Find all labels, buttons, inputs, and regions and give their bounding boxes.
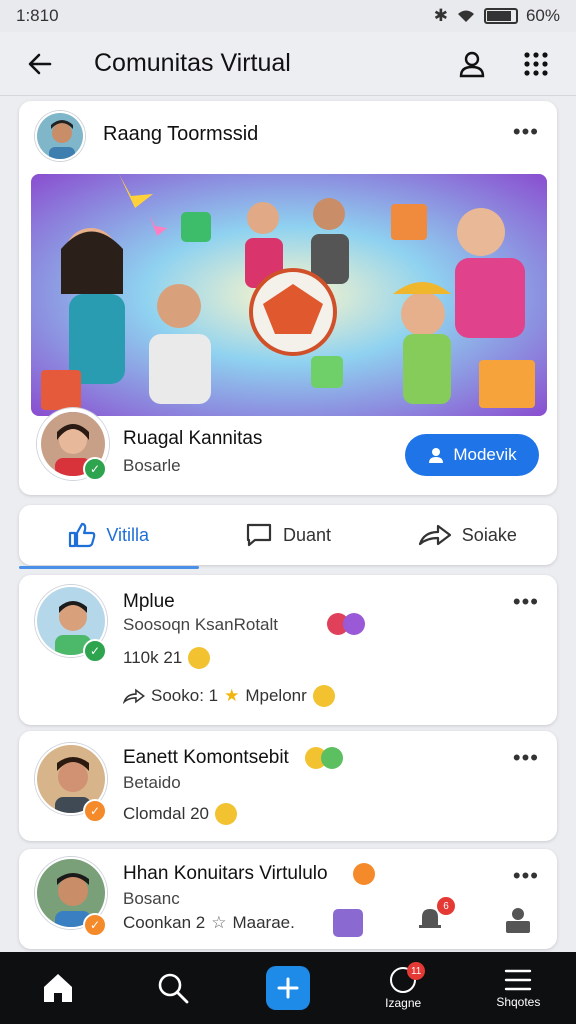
plus-icon (277, 977, 299, 999)
verified-badge: ✓ (83, 457, 107, 481)
footer-label: Maarae. (232, 913, 295, 932)
join-button-label: Modevik (453, 445, 517, 464)
nav-menu[interactable]: Shqotes (478, 967, 558, 1009)
list-item[interactable]: ✓ Eanett Komontsebit Betaido Clomdal 20 … (19, 731, 557, 841)
app-bar: Comunitas Virtual (0, 32, 576, 96)
list-item[interactable]: ✓ Hhan Konuitars Virtululo Bosanc Coonka… (19, 849, 557, 949)
join-community-button[interactable]: Modevik (405, 434, 539, 476)
member-subtitle: Betaido (123, 773, 181, 792)
arrow-left-icon (28, 53, 52, 74)
bluetooth-icon: ✱ (433, 6, 448, 25)
community-subtitle: Bosarle (123, 456, 181, 475)
battery-icon (483, 8, 518, 24)
member-footer: Sooko: 1 ★ Mpelonr (123, 685, 335, 707)
gift-icon[interactable] (333, 909, 363, 937)
status-icons: ✱ 60% (434, 6, 560, 26)
menu-icon (505, 969, 532, 991)
member-badge: ✓ (83, 639, 107, 663)
item-more-button[interactable]: ••• (513, 589, 539, 615)
search-icon (158, 973, 189, 1004)
status-time: 1:810 (16, 6, 59, 25)
nav-create[interactable] (248, 966, 328, 1010)
community-name[interactable]: Ruagal Kannitas (123, 428, 262, 450)
thumbs-up-icon (69, 522, 96, 548)
grid-dots-icon (524, 51, 548, 76)
member-subtitle: Soosoqn KsanRotalt (123, 615, 278, 634)
reaction-emoji (343, 613, 365, 635)
comment-label: Duant (282, 524, 332, 545)
status-bar: 1:810 ✱ 60% (0, 0, 576, 32)
emoji-icon (215, 803, 237, 825)
user-plus-icon (429, 448, 444, 463)
share-action[interactable]: Soiake (378, 522, 557, 548)
item-more-button[interactable]: ••• (513, 863, 539, 889)
member-name[interactable]: Hhan Konuitars Virtululo (123, 863, 328, 885)
author-avatar-image (37, 113, 83, 159)
like-action[interactable]: Vitilla (19, 522, 198, 548)
list-item[interactable]: ✓ Mplue Soosoqn KsanRotalt 110k 21 Sooko… (19, 575, 557, 725)
notification-count: 11 (407, 962, 426, 980)
active-tab-indicator (19, 566, 199, 569)
community-post-card: Raang Toormssid ••• ✓ Ruagal Kannitas Bo… (19, 101, 557, 495)
share-label: Soiake (461, 524, 517, 545)
bottom-navigation: 11 Izagne Shqotes (0, 952, 576, 1024)
community-cover-image (31, 174, 547, 416)
post-more-button[interactable]: ••• (513, 119, 539, 145)
member-name[interactable]: Mplue (123, 591, 175, 613)
like-label: Vitilla (106, 524, 150, 545)
member-name[interactable]: Eanett Komontsebit (123, 747, 289, 769)
nav-menu-label: Shqotes (496, 995, 541, 1009)
member-badge: ✓ (83, 913, 107, 937)
reaction-emoji (353, 863, 375, 885)
home-icon (43, 974, 72, 1002)
item-more-button[interactable]: ••• (513, 745, 539, 771)
nav-search[interactable] (133, 971, 213, 1005)
emoji-icon (188, 647, 211, 669)
share-icon (123, 688, 145, 704)
create-post-button[interactable] (265, 966, 310, 1010)
member-stats: Coonkan 2 ☆ Maarae. (123, 913, 295, 933)
post-actions-bar: Vitilla Duant Soiake (19, 505, 557, 569)
emoji-icon (312, 685, 335, 707)
footer-share-count: Sooko: 1 (151, 686, 219, 705)
member-badge: ✓ (83, 799, 107, 823)
nav-notifications-label: Izagne (385, 996, 422, 1010)
share-icon (418, 524, 451, 546)
comment-action[interactable]: Duant (198, 522, 377, 548)
star-icon: ★ (224, 686, 240, 705)
battery-level: 60% (525, 6, 560, 25)
bell-badge: 6 (437, 897, 455, 915)
cover-illustration (31, 174, 547, 416)
member-stat-value: Coonkan 2 (123, 913, 206, 932)
notification-bell-button[interactable]: 6 (415, 897, 455, 933)
post-author-name[interactable]: Raang Toormssid (103, 123, 258, 146)
member-stat-value: Clomdal 20 (123, 804, 209, 823)
member-stats: 110k 21 (123, 647, 211, 669)
member-stats: Clomdal 20 (123, 803, 237, 825)
member-stat-value: 110k 21 (123, 648, 183, 667)
member-subtitle: Bosanc (123, 889, 180, 908)
nav-home[interactable] (18, 971, 98, 1005)
user-card-icon (506, 908, 530, 933)
footer-label: Mpelonr (245, 686, 307, 705)
profile-button[interactable] (452, 44, 492, 84)
comment-icon (246, 523, 272, 547)
wifi-icon (457, 10, 474, 22)
user-icon (459, 51, 485, 77)
star-outline-icon: ☆ (211, 913, 227, 932)
nav-notifications[interactable]: 11 Izagne (363, 962, 443, 1010)
back-button[interactable] (20, 44, 60, 84)
author-avatar[interactable] (35, 111, 85, 161)
profile-action-button[interactable] (503, 905, 533, 938)
page-title: Comunitas Virtual (94, 49, 291, 77)
reaction-emoji (321, 747, 343, 769)
apps-menu-button[interactable] (516, 44, 556, 84)
